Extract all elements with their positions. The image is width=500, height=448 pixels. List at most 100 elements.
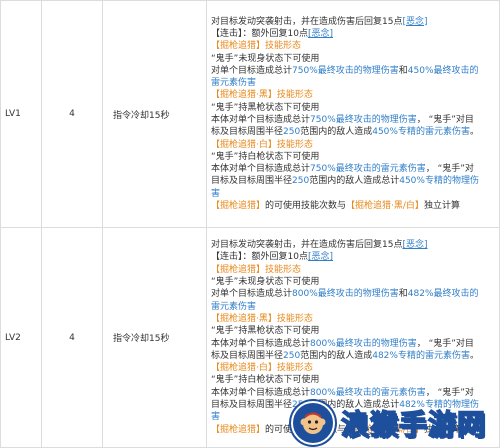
description-line: 【掘枪追猎·黑】技能形态 [211, 89, 495, 101]
text-span: 【掘枪追猎·黑】技能形态 [211, 313, 313, 324]
text-span: 800%最终攻击的物理伤害 [310, 338, 417, 349]
description-line: “鬼手”未现身状态下可使用 [211, 53, 495, 65]
description-line: 害 [211, 188, 495, 200]
description-line: 对单个目标造成总计800%最终攻击的物理伤害和482%最终攻击的 [211, 288, 495, 300]
text-span: 482%最终攻击的 [407, 289, 479, 300]
text-span: “鬼手”持黑枪状态下可使用 [211, 326, 320, 337]
text-span: 目标及目标周围半径 [211, 399, 293, 410]
description-line: “鬼手”持白枪状态下可使用 [211, 374, 495, 386]
text-span: 250 [283, 350, 301, 361]
description-line: 本体对单个目标造成总计750%最终攻击的物理伤害， “鬼手”对目 [211, 114, 495, 126]
text-span: 对目标发动突袭射击，并在造成伤害后回复 [211, 240, 383, 251]
description-line: 【掘枪追猎】技能形态 [211, 40, 495, 52]
description-line: 本体对单个目标造成总计800%最终攻击的雷元素伤害， “鬼手”对 [211, 387, 495, 399]
cooldown-cell: 指令冷却15秒 [102, 0, 207, 228]
text-span: 。 [469, 127, 479, 138]
text-span: 【连击】：额外回复 [211, 28, 288, 39]
text-span: 标及目标周围半径 [211, 127, 284, 138]
keyword-link[interactable]: [恶念] [402, 240, 427, 250]
text-span: 【掘枪追猎】 [211, 424, 266, 435]
text-span: 15点 [382, 16, 403, 27]
description-line: 目标及目标周围半径250范围内的敌人造成总计482%专精的物理伤 [211, 399, 495, 411]
text-span: 害 [211, 412, 221, 423]
text-span: 800%最终攻击的物理伤害 [292, 289, 399, 300]
text-span: 【掘枪追猎·黑】技能形态 [211, 90, 313, 101]
text-span: 250 [283, 127, 301, 138]
text-span: 482%专精的雷元素伤害 [372, 350, 470, 361]
description-line: 本体对单个目标造成总计800%最终攻击的物理伤害， “鬼手”对目 [211, 338, 495, 350]
table-row: LV2 4 指令冷却15秒 对目标发动突袭射击，并在造成伤害后回复15点[恶念]… [0, 227, 500, 448]
description-line: 【掘枪追猎·黑】技能形态 [211, 313, 495, 325]
description-line: 标及目标周围半径250范围内的敌人造成482%专精的雷元素伤害。 [211, 350, 495, 362]
text-span: 10点 [287, 28, 308, 39]
description-line: 对目标发动突袭射击，并在造成伤害后回复15点[恶念] [211, 239, 495, 251]
description-line: 雷元素伤害 [211, 301, 495, 313]
description-line: 标及目标周围半径250范围内的敌人造成450%专精的雷元素伤害。 [211, 126, 495, 138]
description-line: 【掘枪追猎·白】技能形态 [211, 139, 495, 151]
text-span: 和 [398, 289, 408, 300]
text-span: 害 [211, 188, 221, 199]
description-line: 【连击】：额外回复10点[恶念] [211, 251, 495, 263]
text-span: 450%专精的雷元素伤害 [372, 127, 470, 138]
text-span: 雷元素伤害 [211, 301, 257, 312]
text-span: 15点 [382, 240, 403, 251]
description-cell: 对目标发动突袭射击，并在造成伤害后回复15点[恶念] 【连击】：额外回复10点[恶… [206, 0, 500, 228]
text-span: 750%最终攻击的雷元素伤害 [310, 164, 426, 175]
text-span: 本体对单个目标造成总计 [211, 338, 311, 349]
text-span: 和 [398, 65, 408, 76]
text-span: 的可使用技能次数与 [265, 201, 347, 212]
keyword-link[interactable]: [恶念] [402, 17, 427, 27]
text-span: 【掘枪追猎·白】技能形态 [211, 139, 313, 150]
text-span: 范围内的敌人造成总计 [309, 399, 400, 410]
text-span: 本体对单个目标造成总计 [211, 387, 311, 398]
text-span: “鬼手”未现身状态下可使用 [211, 277, 320, 288]
text-span: 【掘枪追猎·黑/白】 [346, 201, 424, 212]
text-span: 目标及目标周围半径 [211, 176, 293, 187]
description-cell: 对目标发动突袭射击，并在造成伤害后回复15点[恶念] 【连击】：额外回复10点[恶… [206, 227, 500, 448]
text-span: 250 [292, 176, 310, 187]
text-span: 。 [469, 350, 479, 361]
text-span: 750%最终攻击的物理伤害 [292, 65, 399, 76]
text-span: 范围内的敌人造成总计 [309, 176, 400, 187]
keyword-link[interactable]: [恶念] [308, 252, 333, 262]
description-line: “鬼手”持黑枪状态下可使用 [211, 102, 495, 114]
description-line: 【掘枪追猎】的可使用技能次数与【掘枪追猎·黑/白】独立计算 [211, 200, 495, 212]
text-span: ， “鬼手”对目 [416, 338, 474, 349]
description-line: 【掘枪追猎】的可使用技能次数与【掘枪追猎·黑/白】独立计算 [211, 424, 495, 436]
text-span: 250 [292, 399, 310, 410]
skill-level-table: LV1 4 指令冷却15秒 对目标发动突袭射击，并在造成伤害后回复15点[恶念]… [0, 0, 500, 448]
text-span: 10点 [287, 252, 308, 263]
text-span: 对单个目标造成总计 [211, 65, 293, 76]
count-cell: 4 [41, 0, 103, 228]
text-span: 800%最终攻击的雷元素伤害 [310, 387, 426, 398]
description-line: 本体对单个目标造成总计750%最终攻击的雷元素伤害， “鬼手”对 [211, 163, 495, 175]
description-line: 【连击】：额外回复10点[恶念] [211, 28, 495, 40]
text-span: 标及目标周围半径 [211, 350, 284, 361]
text-span: 独立计算 [423, 424, 460, 435]
text-span: 【掘枪追猎】技能形态 [211, 41, 302, 52]
text-span: 的可使用技能次数与 [265, 424, 347, 435]
text-span: “鬼手”持黑枪状态下可使用 [211, 102, 320, 113]
text-span: 【掘枪追猎】技能形态 [211, 264, 302, 275]
text-span: 对单个目标造成总计 [211, 289, 293, 300]
text-span: ， “鬼手”对目 [416, 115, 474, 125]
description-line: 【掘枪追猎】技能形态 [211, 264, 495, 276]
text-span: ， “鬼手”对 [425, 164, 474, 175]
text-span: 750%最终攻击的物理伤害 [310, 115, 417, 125]
count-cell: 4 [41, 227, 103, 448]
keyword-link[interactable]: [恶念] [308, 29, 333, 39]
description-line: 害 [211, 411, 495, 423]
text-span: 【连击】：额外回复 [211, 252, 288, 263]
text-span: 【掘枪追猎】 [211, 201, 266, 212]
description-line: “鬼手”持黑枪状态下可使用 [211, 325, 495, 337]
text-span: 【掘枪追猎·黑/白】 [346, 424, 424, 435]
text-span: “鬼手”持白枪状态下可使用 [211, 375, 320, 386]
text-span: 本体对单个目标造成总计 [211, 115, 311, 125]
description-line: 【掘枪追猎·白】技能形态 [211, 362, 495, 374]
description-line: “鬼手”持白枪状态下可使用 [211, 151, 495, 163]
description-line: 对单个目标造成总计750%最终攻击的物理伤害和450%最终攻击的 [211, 65, 495, 77]
text-span: 本体对单个目标造成总计 [211, 164, 311, 175]
text-span: 独立计算 [423, 201, 460, 212]
text-span: 范围内的敌人造成 [300, 350, 373, 361]
description-line: 目标及目标周围半径250范围内的敌人造成总计450%专精的物理伤 [211, 175, 495, 187]
